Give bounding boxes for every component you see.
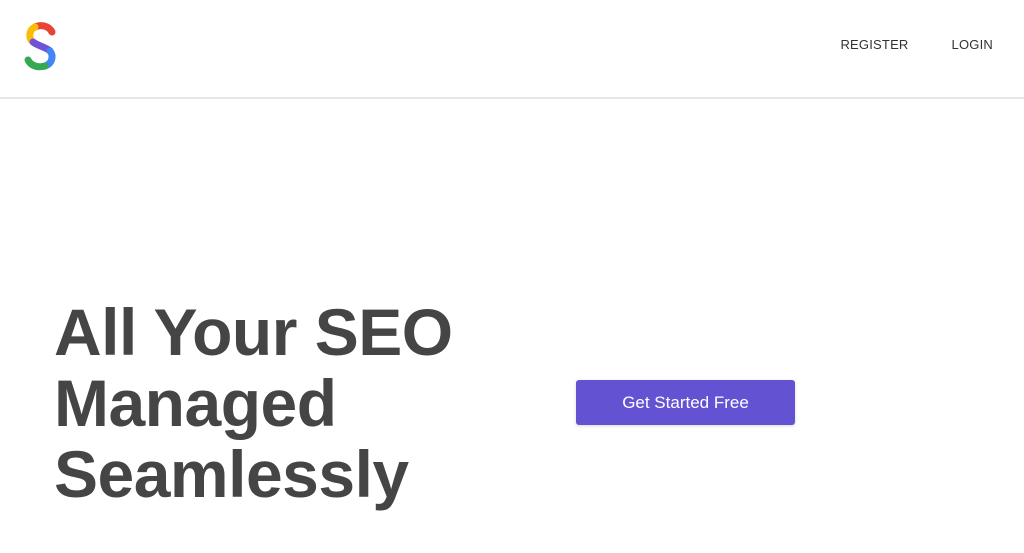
hero-title-line-1: All Your SEO: [54, 295, 453, 369]
hero-title: All Your SEO Managed Seamlessly: [54, 297, 453, 510]
s-logo-icon[interactable]: [22, 20, 60, 72]
get-started-button[interactable]: Get Started Free: [576, 380, 795, 425]
register-link[interactable]: REGISTER: [840, 37, 908, 52]
login-link[interactable]: LOGIN: [952, 37, 993, 52]
site-header: REGISTER LOGIN: [0, 0, 1024, 99]
hero-title-line-3: Seamlessly: [54, 437, 409, 511]
top-nav: REGISTER LOGIN: [840, 37, 993, 52]
landing-page: REGISTER LOGIN All Your SEO Managed Seam…: [0, 0, 1024, 553]
hero-title-line-2: Managed: [54, 366, 337, 440]
